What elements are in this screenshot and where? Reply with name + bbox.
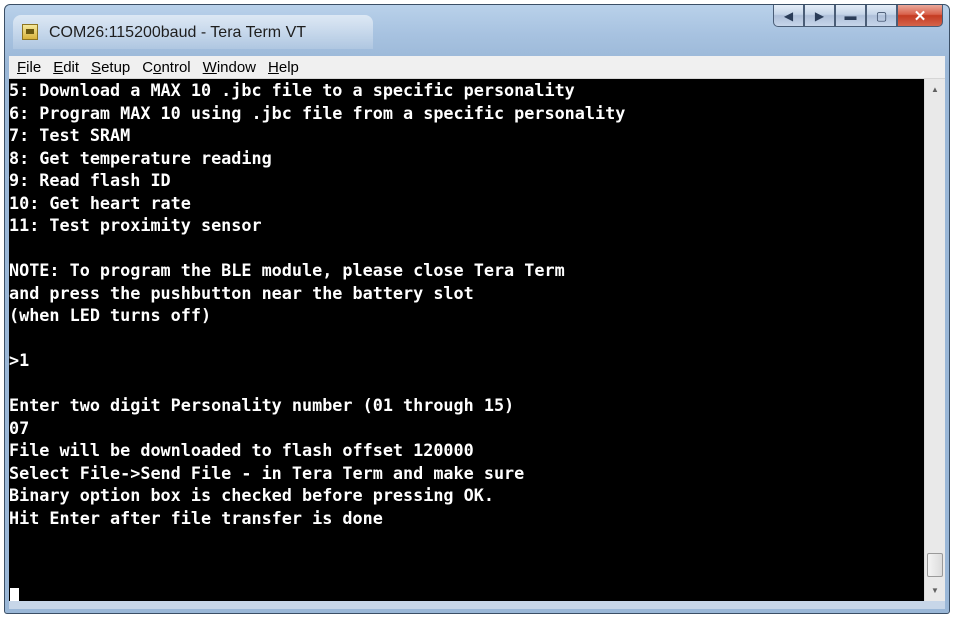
terminal-line: File will be downloaded to flash offset … (9, 440, 474, 460)
caption-buttons: ◀ ▶ ▬ ▢ ✕ (773, 5, 943, 29)
title-bar[interactable]: COM26:115200baud - Tera Term VT ◀ ▶ ▬ ▢ … (5, 5, 949, 55)
terminal-line: 11: Test proximity sensor (9, 215, 262, 235)
text-cursor (10, 588, 19, 601)
maximize-icon: ▢ (875, 8, 888, 23)
menu-item[interactable]: Edit (53, 59, 79, 76)
terminal-line: >1 (9, 350, 30, 370)
menu-label-part: dit (63, 58, 80, 76)
scroll-thumb[interactable] (927, 553, 943, 577)
menu-accelerator: H (268, 58, 279, 76)
terminal-line: 9: Read flash ID (9, 170, 171, 190)
forward-button[interactable]: ▶ (804, 5, 835, 27)
terminal-line: (when LED turns off) (9, 305, 212, 325)
menu-accelerator: E (53, 58, 64, 76)
tera-term-icon[interactable] (22, 24, 38, 40)
menu-label-part: ntrol (161, 58, 191, 76)
terminal-line: 7: Test SRAM (9, 125, 131, 145)
menu-label-part: elp (278, 58, 299, 76)
terminal-line: Hit Enter after file transfer is done (9, 507, 383, 528)
menu-item[interactable]: Window (203, 59, 256, 76)
terminal-line: 6: Program MAX 10 using .jbc file from a… (9, 102, 626, 123)
menu-item[interactable]: File (17, 59, 41, 76)
scroll-up-arrow-icon[interactable]: ▲ (925, 81, 945, 98)
terminal-line: and press the pushbutton near the batter… (9, 282, 474, 303)
terminal-line: NOTE: To program the BLE module, please … (9, 260, 565, 280)
back-button[interactable]: ◀ (773, 5, 804, 27)
close-icon: ✕ (913, 7, 927, 25)
terminal-line: 8: Get temperature reading (9, 147, 272, 168)
close-button[interactable]: ✕ (897, 5, 943, 27)
minimize-icon: ▬ (844, 8, 857, 23)
tera-term-window: COM26:115200baud - Tera Term VT ◀ ▶ ▬ ▢ … (4, 4, 950, 614)
terminal-line: 5: Download a MAX 10 .jbc file to a spec… (9, 80, 575, 100)
menu-bar: File Edit Setup Control Window Help (9, 56, 945, 79)
menu-label-part: ile (26, 58, 42, 76)
terminal-line: 10: Get heart rate (9, 192, 191, 213)
menu-label-part: etup (101, 58, 131, 76)
vertical-scrollbar[interactable]: ▲ ▼ (924, 79, 945, 601)
minimize-button[interactable]: ▬ (835, 5, 866, 27)
forward-icon: ▶ (814, 8, 825, 23)
menu-accelerator: W (202, 58, 217, 76)
menu-item[interactable]: Setup (91, 59, 130, 76)
terminal-line: 07 (9, 417, 30, 438)
menu-accelerator: S (91, 58, 102, 76)
terminal-line: Select File->Send File - in Tera Term an… (9, 462, 525, 483)
window-title: COM26:115200baud - Tera Term VT (49, 24, 307, 41)
terminal-line: Binary option box is checked before pres… (9, 485, 494, 505)
back-icon: ◀ (783, 8, 794, 23)
maximize-button[interactable]: ▢ (866, 5, 897, 27)
menu-label-part: C (142, 58, 154, 76)
menu-item[interactable]: Help (268, 59, 299, 76)
terminal-screen[interactable]: 5: Download a MAX 10 .jbc file to a spec… (9, 79, 924, 601)
menu-accelerator: F (17, 58, 27, 76)
terminal-line: Enter two digit Personality number (01 t… (9, 395, 515, 415)
menu-label-part: indow (216, 58, 257, 76)
scroll-down-arrow-icon[interactable]: ▼ (925, 582, 945, 599)
menu-item[interactable]: Control (142, 59, 190, 76)
window-bottom-frame (9, 601, 945, 609)
